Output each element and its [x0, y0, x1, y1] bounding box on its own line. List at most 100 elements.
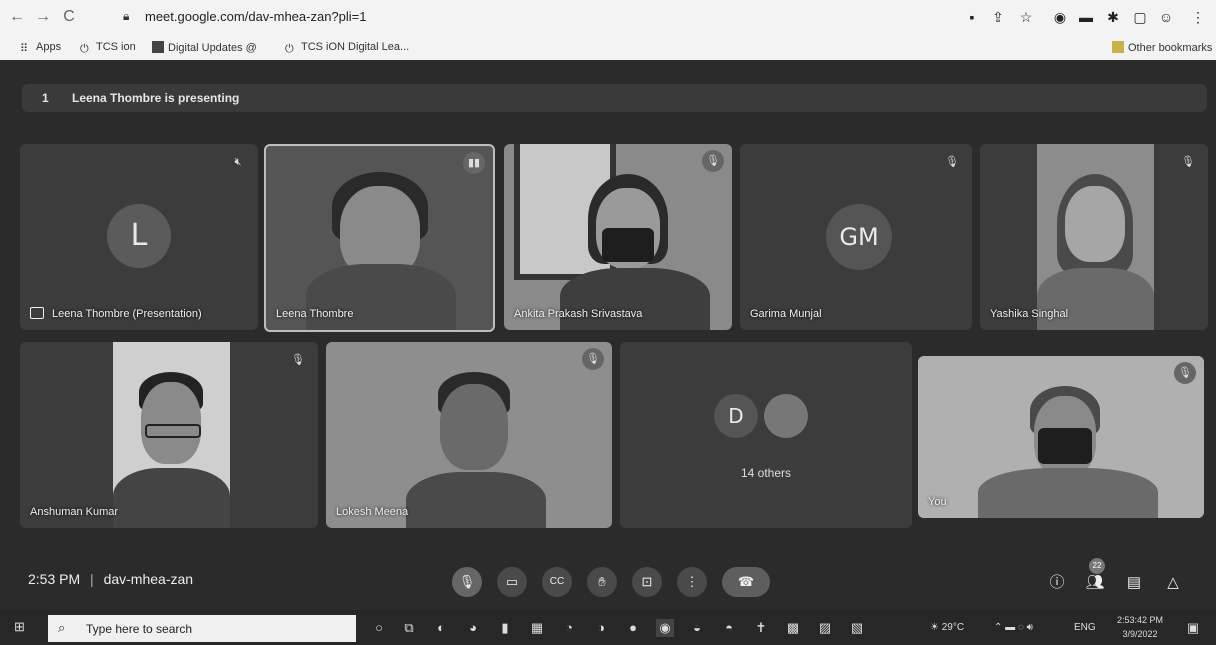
- app-icon-6[interactable]: ◑: [592, 619, 610, 637]
- participants-badge: 22: [1089, 558, 1105, 574]
- profile-icon[interactable]: ☺: [1156, 7, 1176, 27]
- bookmark-apps[interactable]: ⠿ Apps: [20, 41, 61, 55]
- person-body: [306, 264, 456, 330]
- tile-anshuman[interactable]: 🎙︎ Anshuman Kumar: [20, 342, 318, 528]
- participant-name: Yashika Singhal: [990, 308, 1069, 320]
- language-indicator[interactable]: ENG: [1074, 622, 1096, 633]
- app-icon-3[interactable]: ▮: [496, 619, 514, 637]
- chrome-icon[interactable]: ◉: [656, 619, 674, 637]
- present-button[interactable]: ⊡: [632, 567, 662, 597]
- tile-lokesh[interactable]: 🎙︎ Lokesh Meena: [326, 342, 612, 528]
- taskbar-search[interactable]: ⌕ Type here to search: [48, 615, 356, 642]
- browser-toolbar: ← → C 🔒︎ meet.google.com/dav-mhea-zan?pl…: [0, 0, 1216, 36]
- search-placeholder: Type here to search: [86, 622, 193, 636]
- power-icon: ⏻: [285, 43, 294, 55]
- bookmark-tcs-ion[interactable]: ⏻ TCS ion: [80, 41, 136, 55]
- sidepanel-icon[interactable]: ▢: [1130, 7, 1150, 27]
- meeting-code: dav-mhea-zan: [103, 571, 194, 587]
- meeting-controls-bar: 2:53 PM | dav-mhea-zan 🎙︎ ▭ CC ✋︎ ⊡ ⋮ ☎︎…: [0, 550, 1216, 610]
- bookmark-tcs-ion-digital[interactable]: ⏻ TCS iON Digital Lea...: [285, 41, 409, 55]
- app-icon-12[interactable]: ▨: [816, 619, 834, 637]
- menu-icon[interactable]: ⋮: [1188, 7, 1208, 27]
- weather-indicator[interactable]: ☀︎ 29°C: [930, 622, 964, 633]
- tray-icons[interactable]: ⌃ ▬ ◌ 🔊︎: [994, 622, 1033, 633]
- avatar-photo: [764, 394, 808, 438]
- participant-name: You: [928, 496, 947, 508]
- participant-name: Garima Munjal: [750, 308, 822, 320]
- avatar: GM: [826, 204, 892, 270]
- mic-muted-icon: 🔇︎: [234, 156, 242, 168]
- forward-icon[interactable]: →: [32, 6, 54, 28]
- face-mask: [602, 228, 654, 262]
- share-icon[interactable]: ⇪: [988, 7, 1008, 27]
- avatar: L: [107, 204, 171, 268]
- captions-button[interactable]: CC: [542, 567, 572, 597]
- windows-start-icon[interactable]: ⊞: [14, 620, 28, 634]
- presenting-count: 1: [42, 91, 49, 105]
- person-body: [560, 268, 710, 330]
- app-icon-4[interactable]: ▦: [528, 619, 546, 637]
- meeting-info: 2:53 PM | dav-mhea-zan: [28, 571, 194, 587]
- address-bar[interactable]: 🔒︎ meet.google.com/dav-mhea-zan?pli=1: [115, 4, 940, 30]
- reload-icon[interactable]: C: [58, 6, 80, 28]
- tile-leena[interactable]: ▮▮ Leena Thombre: [264, 144, 495, 332]
- activities-icon[interactable]: △: [1162, 572, 1184, 594]
- mic-muted-icon: 🎙︎: [1174, 362, 1196, 384]
- tile-garima[interactable]: 🎙︎ GM Garima Munjal: [740, 144, 972, 330]
- bookmarks-bar: ⠿ Apps ⏻ TCS ion Digital Updates @ ⏻ TCS iO…: [0, 36, 1216, 60]
- system-clock[interactable]: 2:53:42 PM 3/9/2022: [1110, 613, 1170, 641]
- app-icon-2[interactable]: ◕: [464, 619, 482, 637]
- search-icon: ⌕: [58, 620, 66, 635]
- app-icon-7[interactable]: ●: [624, 619, 642, 637]
- apps-grid-icon: ⠿: [20, 43, 29, 55]
- app-icon-13[interactable]: ▧: [848, 619, 866, 637]
- extension-2-icon[interactable]: ▬: [1076, 7, 1096, 27]
- chat-icon[interactable]: ▤: [1123, 572, 1145, 594]
- cortana-icon[interactable]: ○: [370, 619, 388, 637]
- notifications-icon[interactable]: ▣: [1184, 619, 1202, 637]
- tile-ankita[interactable]: 🎙︎ Ankita Prakash Srivastava: [504, 144, 732, 330]
- lock-icon: 🔒︎: [123, 9, 130, 23]
- presenting-text: Leena Thombre is presenting: [72, 91, 240, 105]
- camera-toggle-button[interactable]: ▭: [497, 567, 527, 597]
- others-count: 14 others: [740, 466, 792, 480]
- more-options-button[interactable]: ⋮: [677, 567, 707, 597]
- meet-stage: 1 Leena Thombre is presenting 🔇︎ L Leena…: [0, 60, 1216, 610]
- people-icon[interactable]: 👥︎ 22: [1084, 558, 1106, 594]
- app-icon-9[interactable]: ◓: [720, 619, 738, 637]
- app-icon-8[interactable]: ◒: [688, 619, 706, 637]
- windows-taskbar: ⊞ ⌕ Type here to search ○ ⧉ ◐ ◕ ▮ ▦ ◔ ◑ …: [0, 610, 1216, 645]
- app-icon-10[interactable]: ✝: [752, 619, 770, 637]
- tile-self[interactable]: 🎙︎ You: [918, 356, 1204, 518]
- participant-name: Ankita Prakash Srivastava: [514, 308, 643, 320]
- puzzle-icon[interactable]: ✱: [1103, 7, 1123, 27]
- star-icon[interactable]: ☆: [1016, 7, 1036, 27]
- face-mask: [1038, 428, 1092, 464]
- bookmark-digital-updates[interactable]: Digital Updates @: [152, 41, 257, 54]
- extension-icon[interactable]: ◉: [1050, 7, 1070, 27]
- app-icon-1[interactable]: ◐: [432, 619, 450, 637]
- folder-icon: [1112, 41, 1124, 53]
- tile-yashika[interactable]: 🎙︎ Yashika Singhal: [980, 144, 1208, 330]
- video-feed: [113, 342, 230, 528]
- mic-toggle-button[interactable]: 🎙︎: [452, 567, 482, 597]
- raise-hand-button[interactable]: ✋︎: [587, 567, 617, 597]
- mic-muted-icon: 🎙︎: [1181, 156, 1195, 168]
- other-bookmarks[interactable]: Other bookmarks: [1112, 41, 1212, 54]
- app-icon-11[interactable]: ▩: [784, 619, 802, 637]
- power-icon: ⏻: [80, 43, 89, 55]
- task-view-icon[interactable]: ⧉: [400, 619, 418, 637]
- present-screen-icon: [30, 307, 44, 319]
- participant-name: Anshuman Kumar: [30, 506, 119, 518]
- back-icon[interactable]: ←: [6, 6, 28, 28]
- info-icon[interactable]: ⓘ: [1046, 572, 1068, 594]
- participant-name: Leena Thombre (Presentation): [30, 307, 202, 320]
- app-icon-5[interactable]: ◔: [560, 619, 578, 637]
- end-call-button[interactable]: ☎︎: [722, 567, 770, 597]
- mic-muted-icon: 🎙︎: [702, 150, 724, 172]
- tile-others[interactable]: D 14 others: [620, 342, 912, 528]
- mic-muted-icon: 🎙︎: [945, 156, 959, 168]
- speaking-icon: ▮▮: [463, 152, 485, 174]
- tile-presentation[interactable]: 🔇︎ L Leena Thombre (Presentation): [20, 144, 258, 330]
- camera-indicator-icon[interactable]: ▪: [962, 7, 982, 27]
